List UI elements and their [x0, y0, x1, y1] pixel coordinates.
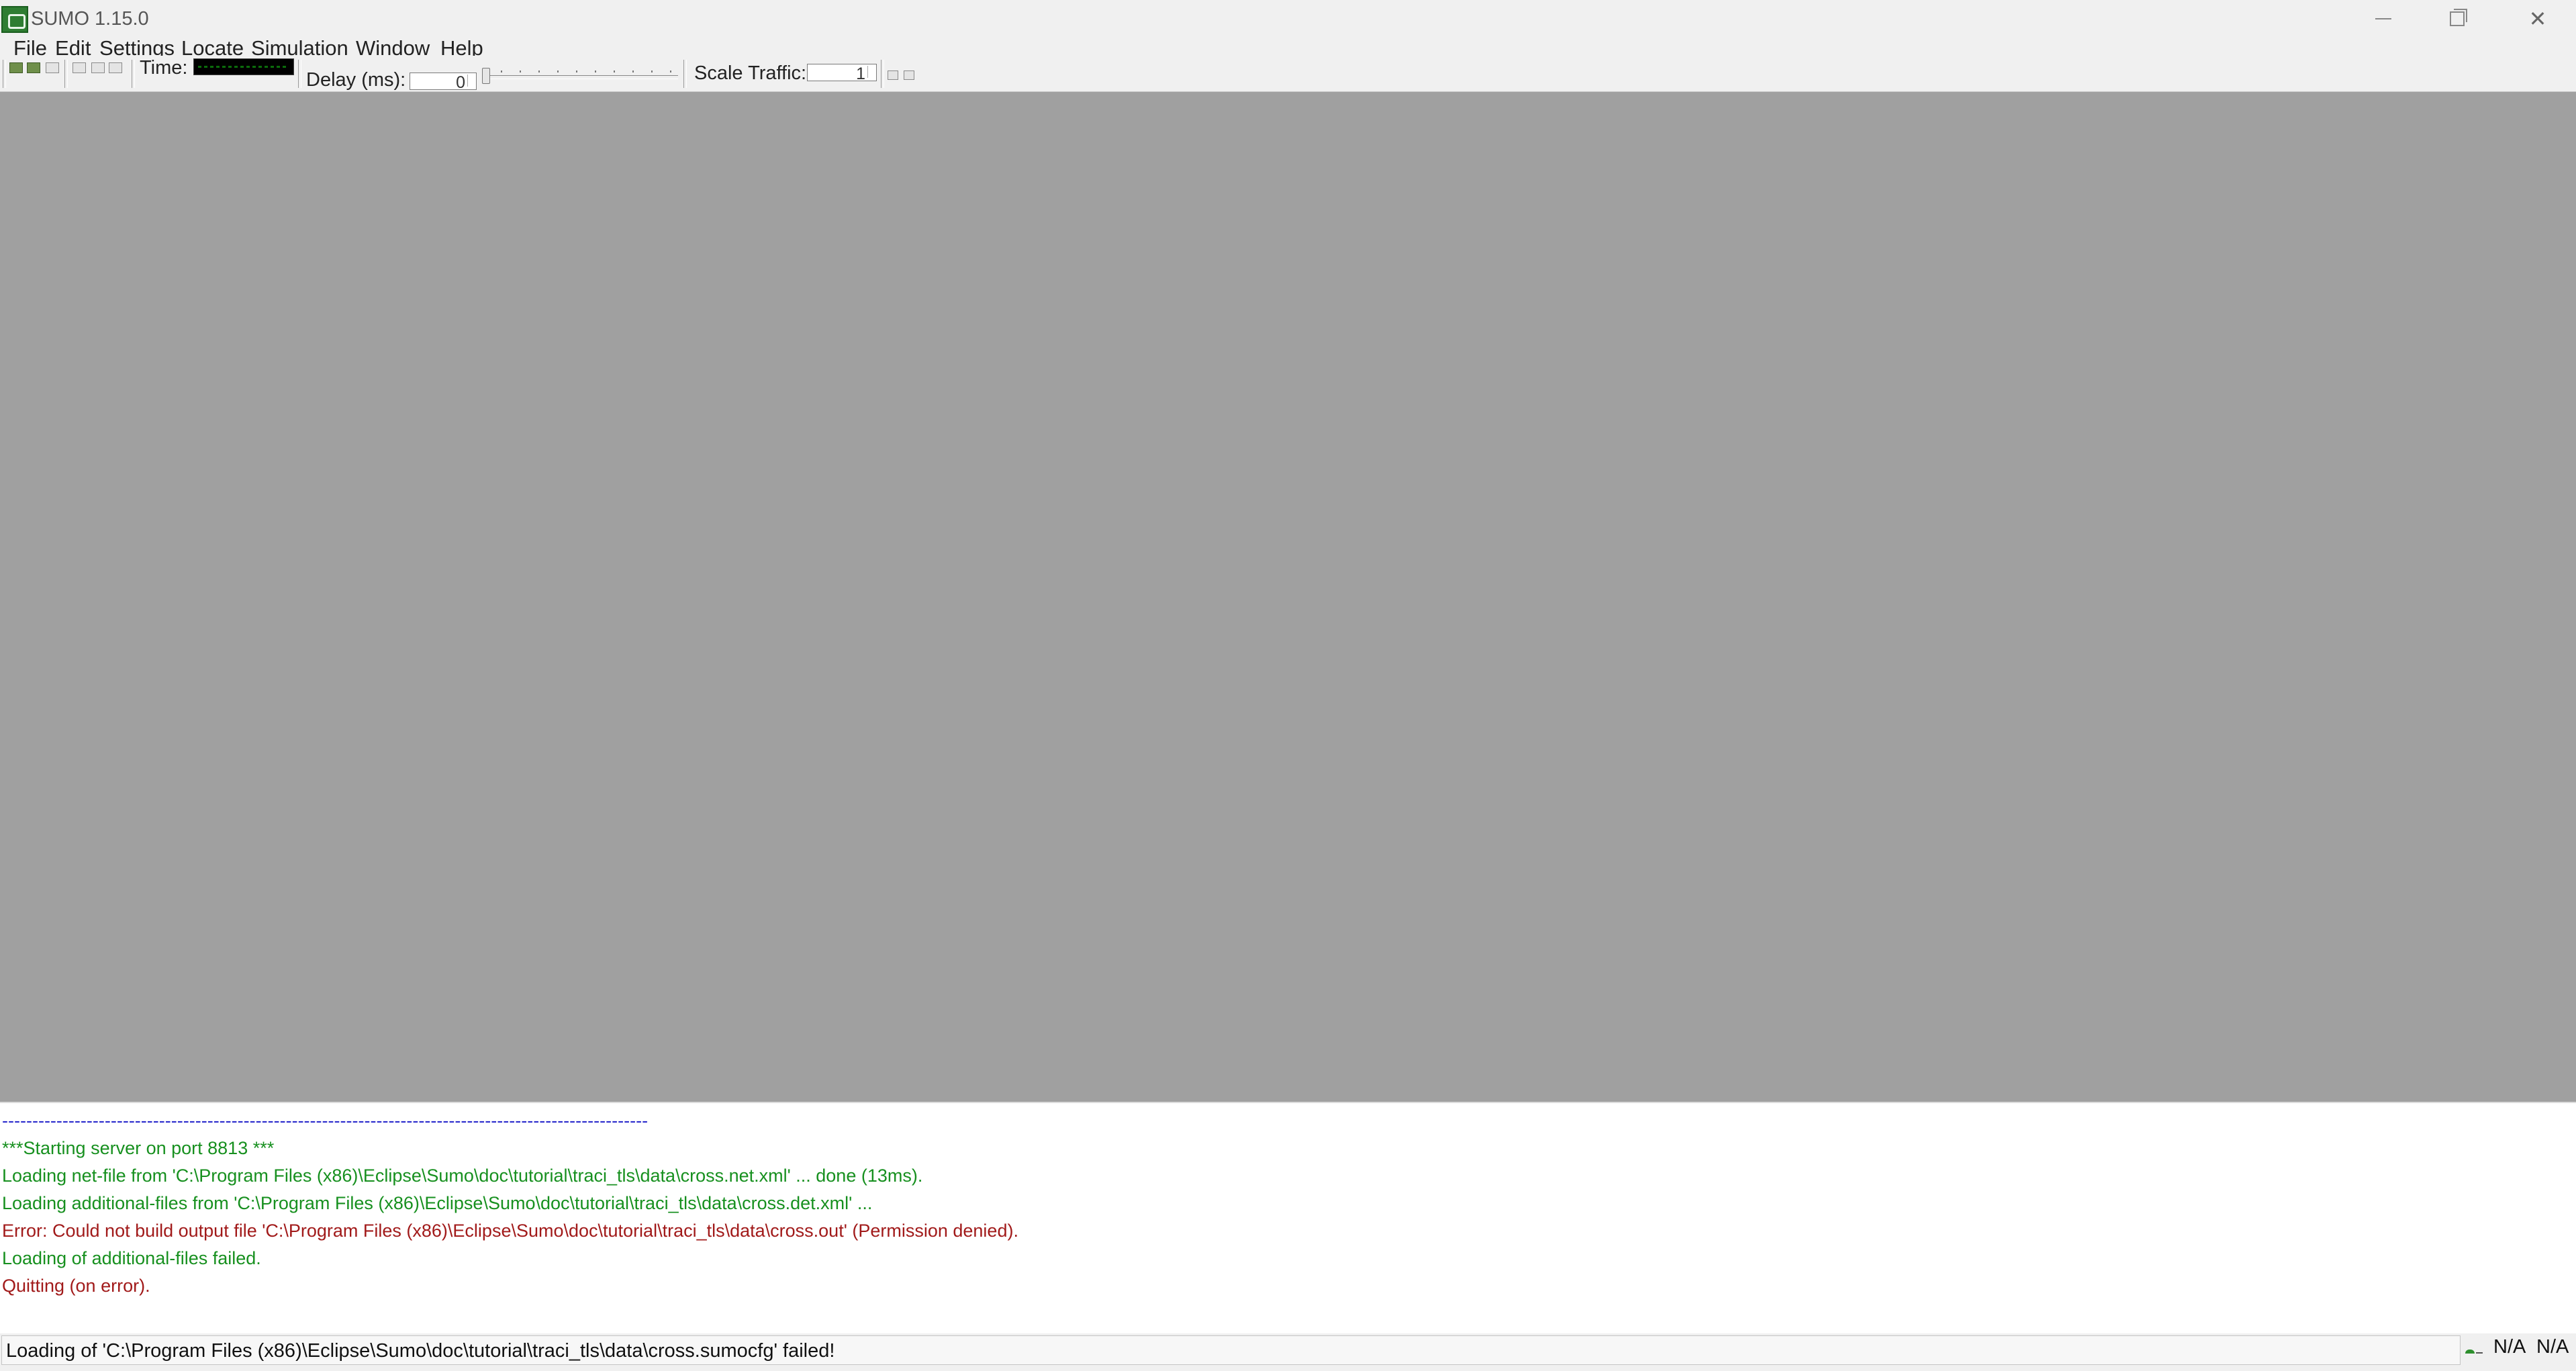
- toolbar-separator: [683, 60, 687, 88]
- toolbar-separator: [132, 60, 135, 88]
- time-label: Time:: [140, 57, 188, 79]
- sumo-app-icon: [1, 6, 28, 33]
- delay-label: Delay (ms):: [306, 69, 406, 91]
- minimize-button[interactable]: [2350, 3, 2417, 35]
- reload-icon[interactable]: [46, 62, 59, 73]
- slider-tick: [632, 70, 634, 73]
- run-icon[interactable]: [73, 62, 86, 73]
- spin-arrows-icon[interactable]: [867, 66, 875, 78]
- scale-traffic-input[interactable]: 1: [807, 64, 877, 83]
- log-separator: ----------------------------------------…: [2, 1110, 649, 1131]
- log-line: Loading of additional-files failed.: [2, 1248, 261, 1268]
- step-icon[interactable]: [109, 62, 122, 73]
- status-indicator-icon: [2463, 1340, 2488, 1360]
- slider-tick: [614, 70, 615, 73]
- log-line: ***Starting server on port 8813 ***: [2, 1138, 275, 1158]
- toolbar-separator: [64, 60, 68, 88]
- close-button[interactable]: ✕: [2504, 3, 2571, 35]
- status-message: Loading of 'C:\Program Files (x86)\Eclip…: [1, 1335, 2461, 1365]
- restore-icon: [2450, 9, 2467, 26]
- delay-slider-thumb[interactable]: [482, 68, 490, 84]
- scale-traffic-value: 1: [856, 64, 865, 83]
- window-title: SUMO 1.15.0: [31, 8, 149, 30]
- slider-tick: [595, 70, 596, 73]
- delay-input[interactable]: 0: [410, 73, 477, 92]
- scale-reset-icon[interactable]: [904, 70, 914, 80]
- log-line: Loading additional-files from 'C:\Progra…: [2, 1193, 873, 1213]
- stop-icon[interactable]: [91, 62, 105, 73]
- slider-tick: [520, 70, 521, 73]
- slider-tick: [557, 70, 559, 73]
- slider-tick: [651, 70, 653, 73]
- scale-lock-icon[interactable]: [888, 70, 898, 80]
- slider-tick: [576, 70, 577, 73]
- log-line-error: Error: Could not build output file 'C:\P…: [2, 1221, 1018, 1241]
- title-bar: SUMO 1.15.0 ✕: [0, 0, 2576, 40]
- open-config-icon[interactable]: [9, 62, 23, 73]
- slider-tick: [538, 70, 540, 73]
- restore-button[interactable]: [2424, 3, 2491, 35]
- minimize-icon: [2375, 18, 2391, 19]
- simulation-canvas[interactable]: [0, 92, 2576, 1102]
- spin-arrows-icon[interactable]: [467, 75, 475, 87]
- open-network-icon[interactable]: [27, 62, 40, 73]
- close-icon: ✕: [2528, 6, 2547, 32]
- delay-slider[interactable]: [482, 68, 678, 84]
- toolbar: Time: Delay (ms): 0 Scale Traffic: 1: [0, 56, 2576, 92]
- toolbar-separator: [298, 60, 301, 88]
- status-coord-y: N/A: [2536, 1336, 2569, 1358]
- message-log: ----------------------------------------…: [0, 1102, 2576, 1336]
- status-bar: Loading of 'C:\Program Files (x86)\Eclip…: [0, 1333, 2576, 1371]
- status-coord-x: N/A: [2493, 1336, 2526, 1358]
- slider-tick: [501, 70, 502, 73]
- scale-traffic-label: Scale Traffic:: [694, 62, 807, 84]
- log-line: Loading net-file from 'C:\Program Files …: [2, 1166, 923, 1186]
- slider-tick: [670, 70, 671, 73]
- time-display: [193, 58, 294, 75]
- toolbar-grip: [3, 60, 6, 88]
- toolbar-separator: [881, 60, 884, 88]
- delay-value: 0: [456, 73, 465, 92]
- log-line-error: Quitting (on error).: [2, 1276, 150, 1296]
